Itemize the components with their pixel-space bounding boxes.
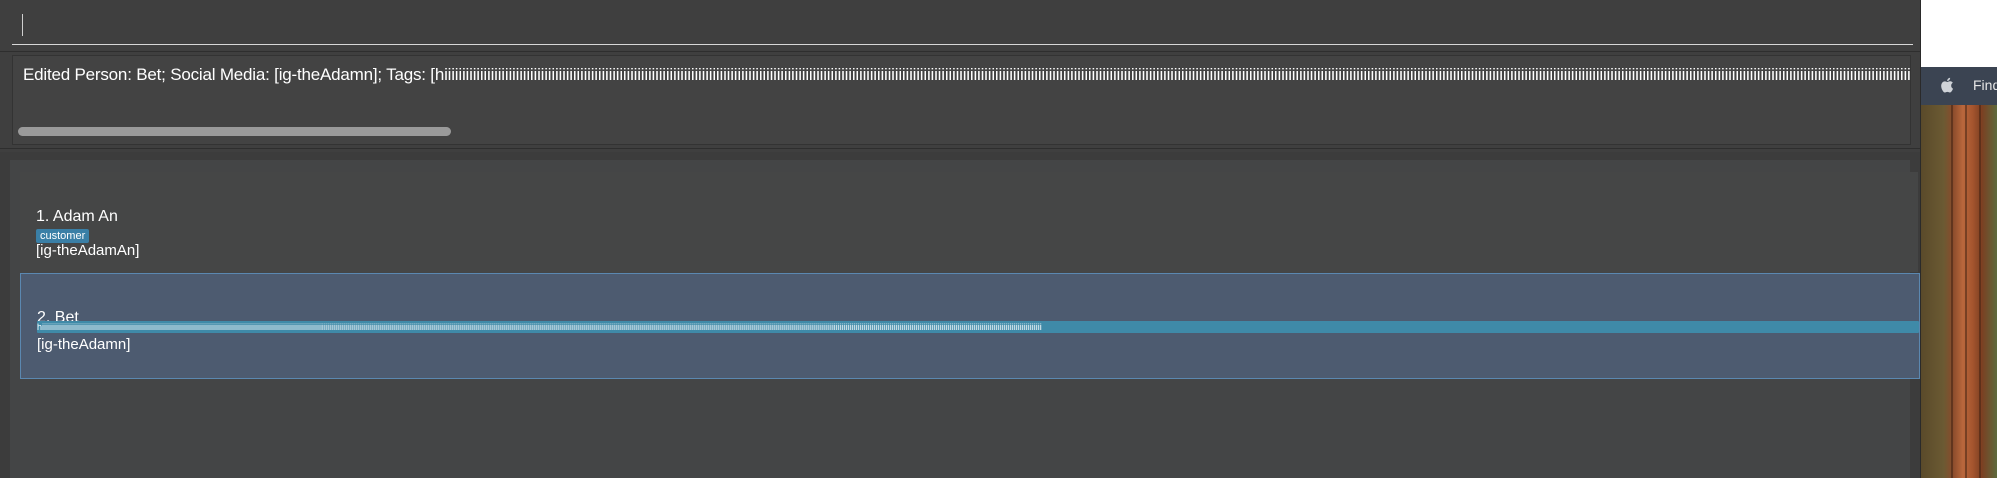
wallpaper-image (1921, 105, 1997, 478)
blank-area (1921, 0, 1997, 67)
person-list[interactable]: 1. Adam An customer [ig-theAdamAn] 2. Be… (10, 160, 1920, 478)
apple-icon[interactable] (1940, 77, 1954, 93)
person-name: 1. Adam An (36, 208, 118, 225)
finder-menu-item[interactable]: Find (1973, 77, 1997, 93)
command-box (0, 0, 1920, 52)
horizontal-scrollbar[interactable] (18, 127, 451, 136)
person-card-selected[interactable]: 2. Bet hiiiiiiiiiiiiiiiiiiiiiiiiiiiiiiii… (20, 273, 1920, 379)
result-display[interactable]: Edited Person: Bet; Social Media: [ig-th… (12, 55, 1911, 145)
command-input[interactable] (12, 8, 1913, 45)
text-caret (22, 14, 23, 36)
social-media-handle: [ig-theAdamAn] (36, 242, 140, 259)
tag-badge: customer (36, 229, 90, 243)
person-list-panel: 1. Adam An customer [ig-theAdamAn] 2. Be… (0, 152, 1920, 478)
result-display-panel: Edited Person: Bet; Social Media: [ig-th… (0, 52, 1920, 149)
tag-badge: hiiiiiiiiiiiiiiiiiiiiiiiiiiiiiiiiiiiiiii… (37, 321, 1919, 333)
desktop-background: Find (1921, 0, 1997, 478)
person-card[interactable]: 1. Adam An customer [ig-theAdamAn] (20, 172, 1918, 272)
result-message: Edited Person: Bet; Social Media: [ig-th… (23, 65, 1911, 84)
macos-menu-bar: Find (1921, 67, 1997, 105)
address-book-window: Edited Person: Bet; Social Media: [ig-th… (0, 0, 1920, 478)
social-media-handle: [ig-theAdamn] (37, 336, 131, 353)
